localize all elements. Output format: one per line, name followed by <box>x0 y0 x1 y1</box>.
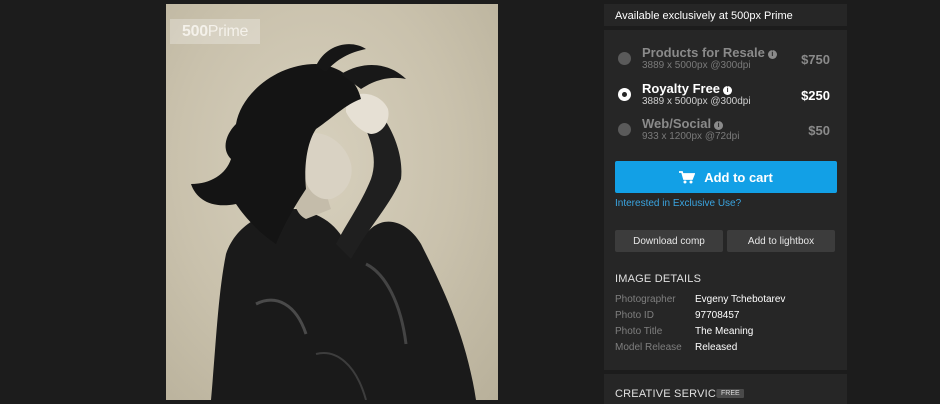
500px-prime-watermark: 500 Prime <box>170 19 260 44</box>
license-name: Web/Social i <box>642 116 724 131</box>
photo-preview[interactable]: 500 Prime <box>166 4 498 400</box>
availability-panel: Available exclusively at 500px Prime <box>604 4 847 26</box>
add-to-cart-label: Add to cart <box>704 169 773 185</box>
info-icon[interactable]: i <box>767 50 777 59</box>
license-dimensions: 933 x 1200px @72dpi <box>642 131 740 142</box>
license-name: Royalty Free i <box>642 81 733 96</box>
detail-row-photographer: Photographer Evgeny Tchebotarev <box>615 294 837 310</box>
detail-value: 97708457 <box>695 310 740 321</box>
detail-value: Released <box>695 342 738 353</box>
license-name: Products for Resale i <box>642 45 777 60</box>
detail-key: Photo Title <box>615 326 663 337</box>
detail-value[interactable]: Evgeny Tchebotarev <box>695 294 785 305</box>
detail-key: Photo ID <box>615 310 654 321</box>
info-icon[interactable]: i <box>723 86 733 95</box>
detail-row-photo-title: Photo Title The Meaning <box>615 326 837 342</box>
license-dimensions: 3889 x 5000px @300dpi <box>642 96 751 107</box>
detail-key: Model Release <box>615 342 682 353</box>
license-option-web-social[interactable]: Web/Social i 933 x 1200px @72dpi $50 <box>604 116 847 150</box>
creative-services-heading: CREATIVE SERVICES <box>615 388 732 400</box>
license-price: $50 <box>808 123 830 138</box>
license-option-products-for-resale[interactable]: Products for Resale i 3889 x 5000px @300d… <box>604 45 847 79</box>
watermark-word: Prime <box>207 22 249 40</box>
license-dimensions: 3889 x 5000px @300dpi <box>642 60 751 71</box>
detail-row-photo-id: Photo ID 97708457 <box>615 310 837 326</box>
exclusive-use-link[interactable]: Interested in Exclusive Use? <box>615 198 741 209</box>
purchase-panel: Products for Resale i 3889 x 5000px @300d… <box>604 30 847 370</box>
image-details-heading: IMAGE DETAILS <box>615 273 702 285</box>
shopping-cart-icon <box>679 170 696 183</box>
license-option-royalty-free[interactable]: Royalty Free i 3889 x 5000px @300dpi $250 <box>604 81 847 115</box>
detail-key: Photographer <box>615 294 676 305</box>
info-icon[interactable]: i <box>714 121 724 130</box>
watermark-number: 500 <box>182 22 208 40</box>
availability-text: Available exclusively at 500px Prime <box>615 10 793 22</box>
license-price: $750 <box>801 52 830 67</box>
photo-illustration <box>191 44 476 400</box>
radio-button-selected[interactable] <box>618 88 631 101</box>
detail-value: The Meaning <box>695 326 754 337</box>
radio-button[interactable] <box>618 52 631 65</box>
free-badge: FREE <box>717 389 744 398</box>
add-to-cart-button[interactable]: Add to cart <box>615 161 837 193</box>
radio-button[interactable] <box>618 123 631 136</box>
detail-row-model-release: Model Release Released <box>615 342 837 358</box>
add-to-lightbox-button[interactable]: Add to lightbox <box>727 230 835 252</box>
license-price: $250 <box>801 88 830 103</box>
download-comp-button[interactable]: Download comp <box>615 230 723 252</box>
